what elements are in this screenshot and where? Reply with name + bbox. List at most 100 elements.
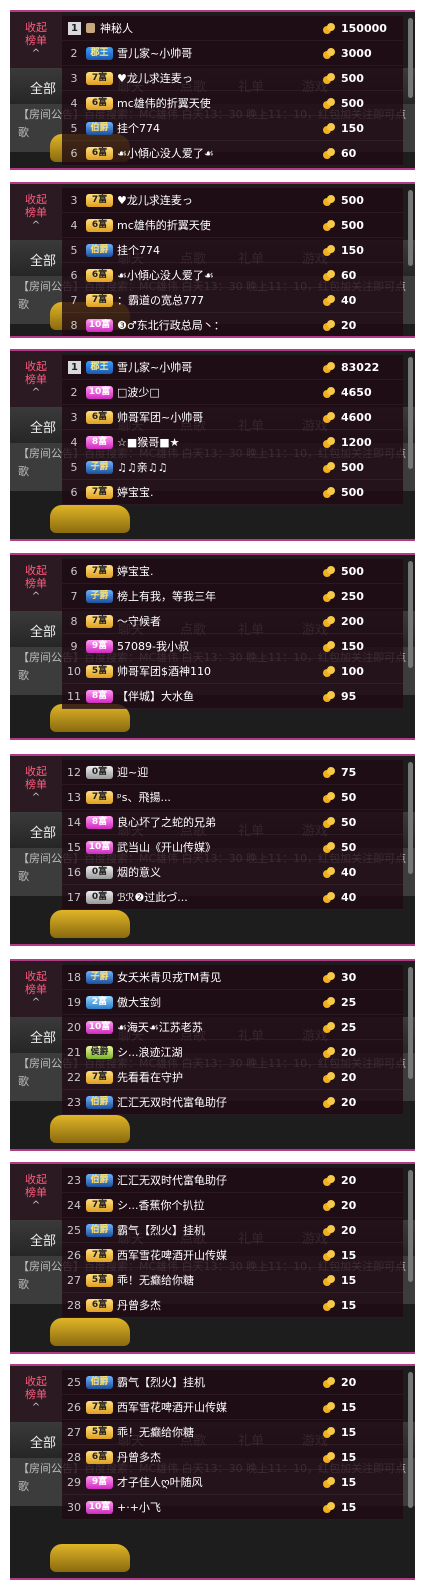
- rank-row[interactable]: 26 7富 西军雪花啤酒开山传媒 15: [62, 1395, 403, 1420]
- rank-row[interactable]: 16 0富 烟的意义 40: [62, 860, 403, 885]
- all-tab[interactable]: 全部: [30, 1027, 56, 1046]
- user-name[interactable]: ℬℛ❷过此づ...: [117, 889, 323, 905]
- user-name[interactable]: 雪儿家~小帅哥: [117, 45, 323, 61]
- rank-row[interactable]: 10 5富 帅哥军团$酒神110 100: [62, 659, 403, 684]
- rank-row[interactable]: 4 6富 mc雄伟的折翼天使 500: [62, 91, 403, 116]
- user-name[interactable]: 良心坏了之蛇的兄弟: [117, 814, 323, 830]
- rank-row[interactable]: 6 6富 ☙小傾心没人爱了☙ 60: [62, 141, 403, 166]
- rank-row[interactable]: 8 7富 ～守候者 200: [62, 609, 403, 634]
- scrollbar[interactable]: [408, 18, 413, 98]
- rank-row[interactable]: 25 伯爵 霸气【烈火】挂机 20: [62, 1370, 403, 1395]
- rank-row[interactable]: 28 6富 丹曾多杰 15: [62, 1293, 403, 1318]
- rank-row[interactable]: 6 7富 婷宝宝. 500: [62, 480, 403, 505]
- user-name[interactable]: ☙小傾心没人爱了☙: [117, 145, 323, 161]
- scrollbar[interactable]: [408, 1170, 413, 1282]
- collapse-board-toggle[interactable]: 收起 榜单 ^: [10, 961, 62, 1017]
- rank-row[interactable]: 14 8富 良心坏了之蛇的兄弟 50: [62, 810, 403, 835]
- user-name[interactable]: 武当山《开山传媒》: [117, 839, 323, 855]
- rank-row[interactable]: 6 7富 婷宝宝. 500: [62, 559, 403, 584]
- rank-row[interactable]: 20 10富 ☙海天☙江苏老苏 25: [62, 1015, 403, 1040]
- rank-row[interactable]: 5 伯爵 挂个774 150: [62, 238, 403, 263]
- rank-row[interactable]: 19 2富 傲大宝剑 25: [62, 990, 403, 1015]
- user-name[interactable]: 汇汇无双时代富龟助仔: [117, 1094, 323, 1110]
- user-name[interactable]: 乖！无癫给你糖: [117, 1424, 323, 1440]
- user-name[interactable]: ᵖs、飛揚...: [117, 789, 323, 805]
- rank-row[interactable]: 13 7富 ᵖs、飛揚... 50: [62, 785, 403, 810]
- rank-row[interactable]: 7 子爵 榜上有我，等我三年 250: [62, 584, 403, 609]
- user-name[interactable]: 挂个774: [117, 120, 323, 136]
- user-name[interactable]: 神秘人: [100, 20, 323, 36]
- rank-row[interactable]: 2 10富 □波少□ 4650: [62, 380, 403, 405]
- rank-row[interactable]: 24 7富 シ...香蕉你个扒拉 20: [62, 1193, 403, 1218]
- user-name[interactable]: 雪儿家~小帅哥: [117, 359, 323, 375]
- rank-row[interactable]: 21 侯爵 シ...浪迹江湖 20: [62, 1040, 403, 1065]
- user-name[interactable]: シ...香蕉你个扒拉: [117, 1197, 323, 1213]
- user-name[interactable]: ～守候者: [117, 613, 323, 629]
- user-name[interactable]: ❸♂东北行政总局丶：: [117, 317, 323, 333]
- rank-row[interactable]: 3 7富 ♥龙儿求连麦っ 500: [62, 188, 403, 213]
- rank-row[interactable]: 18 子爵 女夭米青贝戎TM青见 30: [62, 965, 403, 990]
- all-tab[interactable]: 全部: [30, 1230, 56, 1249]
- rank-row[interactable]: 3 6富 帅哥军团~小帅哥 4600: [62, 405, 403, 430]
- rank-row[interactable]: 29 9富 才子佳人ღ叶随风 15: [62, 1470, 403, 1495]
- rank-row[interactable]: 26 7富 西军雪花啤酒开山传媒 15: [62, 1243, 403, 1268]
- collapse-board-toggle[interactable]: 收起 榜单 ^: [10, 12, 62, 68]
- user-name[interactable]: 霸气【烈火】挂机: [117, 1222, 323, 1238]
- user-name[interactable]: 婷宝宝.: [117, 484, 323, 500]
- user-name[interactable]: 女夭米青贝戎TM青见: [117, 969, 323, 985]
- user-name[interactable]: ☙海天☙江苏老苏: [117, 1019, 323, 1035]
- user-name[interactable]: ：霸道の宽总777: [117, 292, 323, 308]
- rank-row[interactable]: 23 伯爵 汇汇无双时代富龟助仔 20: [62, 1168, 403, 1193]
- all-tab[interactable]: 全部: [30, 78, 56, 97]
- user-name[interactable]: mc雄伟的折翼天使: [117, 217, 323, 233]
- collapse-board-toggle[interactable]: 收起 榜单 ^: [10, 555, 62, 611]
- user-name[interactable]: 先看看在守护: [117, 1069, 323, 1085]
- rank-row[interactable]: 5 伯爵 挂个774 150: [62, 116, 403, 141]
- rank-row[interactable]: 30 10富 +·+小飞 15: [62, 1495, 403, 1520]
- user-name[interactable]: 迎~迎: [117, 764, 323, 780]
- user-name[interactable]: 乖！无癫给你糖: [117, 1272, 323, 1288]
- scrollbar[interactable]: [408, 190, 413, 266]
- rank-row[interactable]: 25 伯爵 霸气【烈火】挂机 20: [62, 1218, 403, 1243]
- rank-row[interactable]: 12 0富 迎~迎 75: [62, 760, 403, 785]
- all-tab[interactable]: 全部: [30, 822, 56, 841]
- rank-row[interactable]: 4 6富 mc雄伟的折翼天使 500: [62, 213, 403, 238]
- user-name[interactable]: 婷宝宝.: [117, 563, 323, 579]
- user-name[interactable]: ☆■猴哥■★: [117, 434, 323, 450]
- user-name[interactable]: 57089-我小叔: [117, 638, 323, 654]
- all-tab[interactable]: 全部: [30, 250, 56, 269]
- rank-row[interactable]: 7 7富 ：霸道の宽总777 40: [62, 288, 403, 313]
- rank-row[interactable]: 22 7富 先看看在守护 20: [62, 1065, 403, 1090]
- rank-row[interactable]: 28 6富 丹曾多杰 15: [62, 1445, 403, 1470]
- rank-row[interactable]: 11 8富 【伴城】大水鱼 95: [62, 684, 403, 709]
- collapse-board-toggle[interactable]: 收起 榜单 ^: [10, 184, 62, 240]
- collapse-board-toggle[interactable]: 收起 榜单 ^: [10, 1366, 62, 1422]
- rank-row[interactable]: 6 6富 ☙小傾心没人爱了☙ 60: [62, 263, 403, 288]
- rank-row[interactable]: 8 10富 ❸♂东北行政总局丶： 20: [62, 313, 403, 336]
- user-name[interactable]: 挂个774: [117, 242, 323, 258]
- rank-row[interactable]: 1 神秘人 150000: [62, 16, 403, 41]
- user-name[interactable]: 【伴城】大水鱼: [117, 688, 323, 704]
- user-name[interactable]: 烟的意义: [117, 864, 323, 880]
- rank-row[interactable]: 17 0富 ℬℛ❷过此づ... 40: [62, 885, 403, 910]
- scrollbar[interactable]: [408, 1372, 413, 1508]
- collapse-board-toggle[interactable]: 收起 榜单 ^: [10, 351, 62, 407]
- all-tab[interactable]: 全部: [30, 417, 56, 436]
- user-name[interactable]: 西军雪花啤酒开山传媒: [117, 1247, 323, 1263]
- rank-row[interactable]: 2 郡王 雪儿家~小帅哥 3000: [62, 41, 403, 66]
- rank-row[interactable]: 4 8富 ☆■猴哥■★ 1200: [62, 430, 403, 455]
- user-name[interactable]: 西军雪花啤酒开山传媒: [117, 1399, 323, 1415]
- rank-row[interactable]: 1 郡王 雪儿家~小帅哥 83022: [62, 355, 403, 380]
- scrollbar[interactable]: [408, 561, 413, 668]
- user-name[interactable]: 榜上有我，等我三年: [117, 588, 323, 604]
- user-name[interactable]: □波少□: [117, 384, 323, 400]
- user-name[interactable]: 傲大宝剑: [117, 994, 323, 1010]
- user-name[interactable]: ♫♫亲♫♫: [117, 459, 323, 475]
- rank-row[interactable]: 5 子爵 ♫♫亲♫♫ 500: [62, 455, 403, 480]
- user-name[interactable]: +·+小飞: [117, 1499, 323, 1515]
- user-name[interactable]: mc雄伟的折翼天使: [117, 95, 323, 111]
- rank-row[interactable]: 23 伯爵 汇汇无双时代富龟助仔 20: [62, 1090, 403, 1115]
- user-name[interactable]: 丹曾多杰: [117, 1449, 323, 1465]
- rank-row[interactable]: 9 9富 57089-我小叔 150: [62, 634, 403, 659]
- rank-row[interactable]: 3 7富 ♥龙儿求连麦っ 500: [62, 66, 403, 91]
